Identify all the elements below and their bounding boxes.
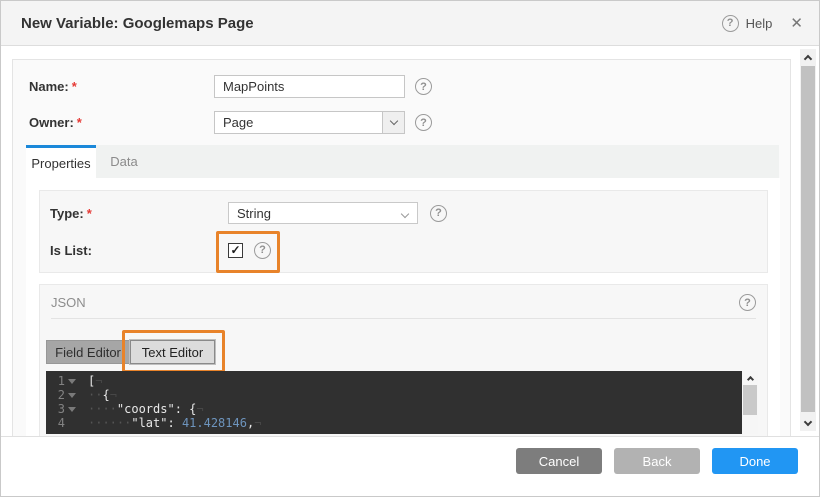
json-help-icon[interactable]: ? [739,294,756,311]
dialog-footer: Cancel Back Done [1,436,819,496]
json-section-heading: JSON [51,295,86,310]
type-help-icon[interactable]: ? [430,205,447,222]
is-list-help-icon[interactable]: ? [254,242,271,259]
fold-caret-icon[interactable] [65,402,78,416]
type-field-row: Type:* String ? [50,202,447,224]
is-list-checkbox[interactable]: ✓ [228,243,243,258]
type-panel: Type:* String ? Is List: ✓ ? [39,190,768,273]
tab-data[interactable]: Data [96,145,152,178]
header-actions: ? Help ✕ [722,15,803,32]
is-list-field-row: Is List: ✓ ? [50,239,271,261]
owner-label: Owner:* [29,115,214,130]
dialog-title: New Variable: Googlemaps Page [21,15,254,32]
editor-scroll-up-icon[interactable] [742,371,758,384]
type-label-text: Type: [50,206,84,221]
editor-scrollbar[interactable] [742,371,758,434]
code-editor-lines: 1[¬2··{¬3····"coords": {¬4······"lat": 4… [46,374,742,430]
owner-label-text: Owner: [29,115,74,130]
scroll-up-icon[interactable] [800,49,816,65]
type-required-asterisk: * [87,206,92,221]
editor-scrollbar-thumb[interactable] [743,385,757,415]
owner-select-dropdown-button[interactable] [382,112,404,133]
field-editor-button[interactable]: Field Editor [46,340,130,364]
name-help-icon[interactable]: ? [415,78,432,95]
dialog-header: New Variable: Googlemaps Page ? Help ✕ [1,1,819,46]
cancel-button[interactable]: Cancel [516,448,602,474]
properties-tab-content: Type:* String ? Is List: ✓ ? [26,178,780,437]
tab-strip: Properties Data [26,145,779,178]
owner-select-value: Page [223,115,253,130]
code-line: 4······"lat": 41.428146,¬ [46,416,742,430]
back-button[interactable]: Back [614,448,700,474]
dialog-body: Name:* ? Owner:* Page ? Properties Data [1,47,819,437]
new-variable-dialog: New Variable: Googlemaps Page ? Help ✕ N… [0,0,820,497]
chevron-down-icon [401,210,409,218]
owner-help-icon[interactable]: ? [415,114,432,131]
name-required-asterisk: * [72,79,77,94]
close-icon[interactable]: ✕ [790,16,803,31]
is-list-label: Is List: [50,243,228,258]
json-divider [51,318,756,319]
type-select[interactable]: String [228,202,418,224]
fold-caret-icon[interactable] [65,388,78,402]
done-button[interactable]: Done [712,448,798,474]
type-select-value: String [237,206,271,221]
scroll-down-icon[interactable] [800,415,816,431]
json-code-editor[interactable]: 1[¬2··{¬3····"coords": {¬4······"lat": 4… [46,371,742,434]
code-line: 3····"coords": {¬ [46,402,742,416]
owner-field-row: Owner:* Page ? [29,111,432,134]
text-editor-button[interactable]: Text Editor [130,340,215,364]
code-line: 1[¬ [46,374,742,388]
json-panel: JSON ? Field Editor Text Editor 1[¬2··{¬… [39,284,768,437]
dialog-scrollbar-thumb[interactable] [801,66,815,412]
name-label: Name:* [29,79,214,94]
name-input[interactable] [214,75,405,98]
variable-form-panel: Name:* ? Owner:* Page ? Properties Data [12,59,791,437]
name-label-text: Name: [29,79,69,94]
name-field-row: Name:* ? [29,75,432,98]
tab-properties[interactable]: Properties [26,145,96,178]
help-link[interactable]: Help [746,16,773,31]
dialog-scrollbar[interactable] [800,49,816,431]
type-label: Type:* [50,206,228,221]
help-icon[interactable]: ? [722,15,739,32]
chevron-down-icon [389,117,397,125]
owner-select[interactable]: Page [214,111,405,134]
fold-caret-icon [65,416,78,430]
code-line: 2··{¬ [46,388,742,402]
owner-required-asterisk: * [77,115,82,130]
fold-caret-icon[interactable] [65,374,78,388]
